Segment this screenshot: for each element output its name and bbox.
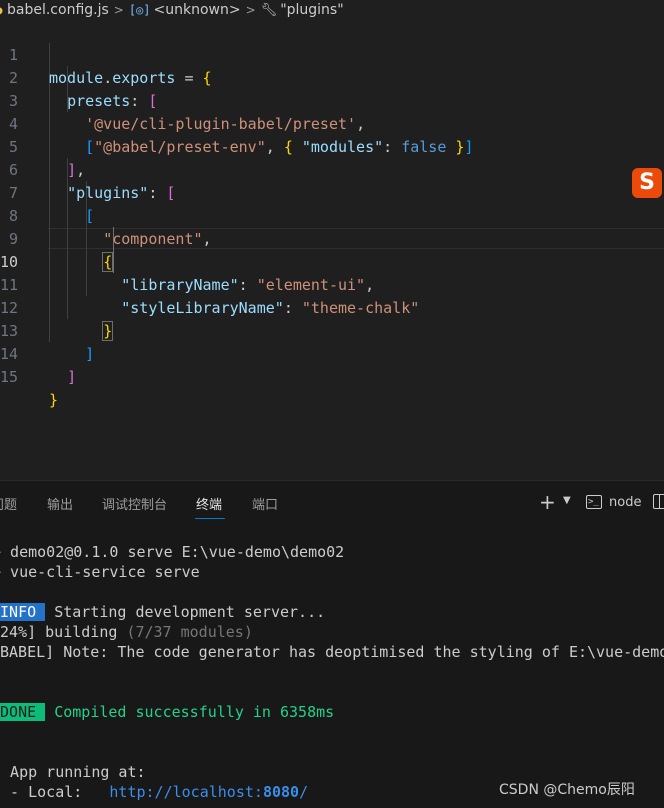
- breadcrumb: ◗ babel.config.js > [◎] <unknown> > 🔧︎ "…: [0, 0, 664, 20]
- chevron-right-icon: >: [245, 3, 256, 17]
- info-text: Starting development server...: [45, 603, 326, 621]
- line-number: 15: [0, 368, 19, 386]
- code-line: 3 '@vue/cli-plugin-babel/preset',: [0, 67, 664, 133]
- code-line: 4 ["@babel/preset-env", { "modules": fal…: [0, 90, 664, 156]
- progress-percent: 24%]: [0, 623, 37, 641]
- code-line: 9 {: [0, 205, 664, 272]
- code-line: 1 module.exports = {: [0, 21, 664, 87]
- panel-tab-bar: 问题 输出 调试控制台 终端 端口 + ▼ >_ node: [0, 481, 664, 525]
- local-url[interactable]: http://localhost:8080/: [109, 783, 308, 801]
- breadcrumb-symbol[interactable]: <unknown>: [154, 2, 241, 18]
- code-line: 8 "component",: [0, 182, 664, 248]
- breadcrumb-property[interactable]: "plugins": [280, 2, 343, 18]
- code-line: 12 }: [0, 299, 114, 341]
- wrench-icon: 🔧︎: [260, 2, 278, 18]
- terminal-line: > demo02@0.1.0 serve E:\vue-demo\demo02: [0, 543, 345, 561]
- code-line-active: 10 "libraryName": "element-ui",: [0, 253, 375, 294]
- code-line: 5 ],: [0, 113, 664, 179]
- local-label: - Local:: [0, 783, 110, 801]
- tab-problems[interactable]: 问题: [0, 494, 17, 513]
- terminal-line: > vue-cli-service serve: [0, 563, 200, 581]
- breadcrumb-file[interactable]: babel.config.js: [7, 2, 109, 18]
- tab-terminal[interactable]: 终端: [196, 494, 222, 513]
- tab-debug-console[interactable]: 调试控制台: [102, 494, 167, 513]
- chevron-right-icon: >: [113, 3, 124, 17]
- progress-text: building: [36, 623, 127, 641]
- info-badge: INFO: [0, 603, 46, 621]
- code-line: 6 "plugins": [: [0, 136, 664, 202]
- object-icon: [◎]: [128, 3, 151, 17]
- active-tab-indicator: [195, 518, 225, 519]
- sogou-ime-icon[interactable]: S: [632, 168, 662, 198]
- plus-icon[interactable]: +: [539, 490, 556, 514]
- chevron-down-icon[interactable]: ▼: [563, 495, 571, 506]
- bottom-panel: 问题 输出 调试控制台 终端 端口 + ▼ >_ node > demo02@0…: [0, 481, 664, 808]
- terminal-line: BABEL] Note: The code generator has deop…: [0, 643, 664, 661]
- terminal-line: App running at:: [0, 763, 146, 781]
- code-line: 11 "styleLibraryName": "theme-chalk": [0, 276, 420, 317]
- terminal-line: - Local: http://localhost:8080/: [0, 782, 308, 802]
- done-badge: DONE: [0, 703, 46, 721]
- code-line: 13 ]: [0, 322, 95, 363]
- terminal-name[interactable]: node: [609, 495, 641, 510]
- code-line: 7 [: [0, 159, 664, 225]
- js-file-icon: ◗: [0, 3, 5, 17]
- terminal-line: DONE Compiled successfully in 6358ms: [0, 702, 334, 722]
- code-line: 14 ]: [0, 345, 77, 386]
- watermark: CSDN @Chemo辰阳: [499, 782, 635, 798]
- tab-output[interactable]: 输出: [47, 494, 73, 513]
- done-text: Compiled successfully in 6358ms: [45, 703, 335, 721]
- split-terminal-icon[interactable]: [653, 494, 664, 509]
- progress-modules: (7/37 modules): [126, 623, 253, 641]
- terminal-line: 24%] building (7/37 modules): [0, 622, 253, 642]
- code-line: 15 }: [0, 368, 59, 409]
- code-editor[interactable]: 1 module.exports = { 2 presets: [ 3 '@vu…: [0, 20, 664, 480]
- code-line: 2 presets: [: [0, 44, 664, 110]
- terminal-icon: >_: [586, 495, 602, 509]
- vscode-window: ◗ babel.config.js > [◎] <unknown> > 🔧︎ "…: [0, 0, 664, 808]
- tab-ports[interactable]: 端口: [252, 494, 278, 513]
- terminal-line: INFO Starting development server...: [0, 602, 325, 622]
